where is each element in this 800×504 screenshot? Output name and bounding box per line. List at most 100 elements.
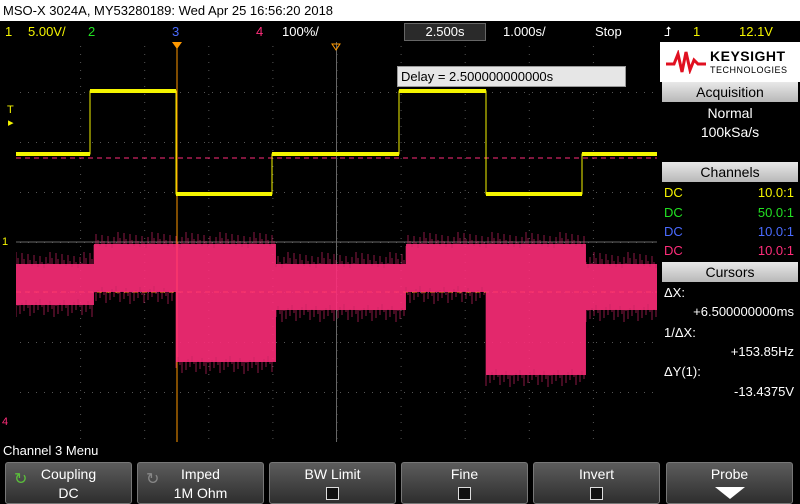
grid-dot — [540, 392, 541, 393]
grid-dot — [76, 192, 77, 193]
grid-dot — [76, 392, 77, 393]
grid-dot — [204, 392, 205, 393]
grid-dot — [400, 46, 402, 47]
grid-dot — [272, 70, 274, 71]
grid-dot — [208, 230, 210, 231]
grid-dot — [400, 110, 402, 111]
fine-checkbox[interactable] — [458, 487, 471, 500]
grid-dot — [348, 392, 349, 393]
ch1-scale[interactable]: 5.00V/ — [28, 21, 66, 42]
trigger-level-marker[interactable]: T — [7, 104, 14, 116]
time-scale[interactable]: 1.000s/ — [503, 21, 546, 42]
grid-dot — [68, 92, 69, 93]
ch1-ground-marker[interactable]: 1 — [2, 236, 8, 248]
ch4-number[interactable]: 4 — [256, 21, 263, 42]
grid-dot — [364, 192, 365, 193]
channel-row-2[interactable]: DC 50.0:1 — [664, 203, 794, 223]
grid-dot — [80, 62, 82, 63]
grid-dot — [84, 92, 85, 93]
grid-dot — [444, 142, 445, 143]
trigger-source[interactable]: 1 — [693, 21, 700, 42]
run-state[interactable]: Stop — [595, 21, 622, 42]
grid-dot — [236, 92, 237, 93]
grid-dot — [292, 342, 293, 343]
acquisition-header[interactable]: Acquisition — [662, 82, 798, 102]
grid-dot — [316, 342, 317, 343]
ch4-ground-marker[interactable]: 4 — [2, 416, 8, 428]
bw-limit-softkey[interactable]: BW Limit — [269, 462, 396, 504]
grid-dot — [208, 390, 210, 391]
grid-dot — [208, 430, 210, 431]
grid-dot — [144, 94, 146, 95]
invert-softkey[interactable]: Invert — [533, 462, 660, 504]
grid-dot — [528, 214, 530, 215]
grid-dot — [276, 142, 277, 143]
grid-dot — [308, 342, 309, 343]
grid-dot — [400, 198, 402, 199]
grid-dot — [60, 342, 61, 343]
trigger-arrow-icon: ▸ — [8, 117, 14, 129]
grid-dot — [76, 342, 77, 343]
invert-checkbox[interactable] — [590, 487, 603, 500]
ch1-number[interactable]: 1 — [5, 21, 12, 42]
grid-dot — [464, 190, 466, 191]
grid-dot — [300, 392, 301, 393]
grid-dot — [80, 118, 82, 119]
time-delay[interactable]: 2.500s — [404, 23, 486, 41]
probe-softkey[interactable]: Probe — [666, 462, 793, 504]
grid-dot — [108, 342, 109, 343]
grid-dot — [36, 92, 37, 93]
trigger-level[interactable]: 12.1V — [739, 21, 773, 42]
grid-dot — [400, 238, 402, 239]
grid-dot — [156, 142, 157, 143]
grid-dot — [464, 326, 466, 327]
coupling-softkey[interactable]: ↻ Coupling DC — [5, 462, 132, 504]
grid-dot — [524, 92, 525, 93]
cursor-dy-value: -13.4375V — [734, 384, 794, 399]
grid-dot — [468, 192, 469, 193]
channel-row-1[interactable]: DC 10.0:1 — [664, 183, 794, 203]
imped-softkey[interactable]: ↻ Imped 1M Ohm — [137, 462, 264, 504]
grid-dot — [592, 190, 594, 191]
grid-dot — [144, 54, 146, 55]
grid-dot — [528, 430, 530, 431]
channels-header[interactable]: Channels — [662, 162, 798, 182]
grid-dot — [592, 206, 594, 207]
grid-dot — [132, 342, 133, 343]
grid-dot — [208, 414, 210, 415]
grid-dot — [372, 392, 373, 393]
bw-limit-checkbox[interactable] — [326, 487, 339, 500]
grid-dot — [464, 374, 466, 375]
grid-dot — [464, 342, 466, 343]
channel-row-4[interactable]: DC 10.0:1 — [664, 241, 794, 261]
grid-dot — [36, 192, 37, 193]
cursors-header[interactable]: Cursors — [662, 262, 798, 282]
ch2-number[interactable]: 2 — [88, 21, 95, 42]
grid-dot — [144, 222, 146, 223]
grid-dot — [348, 192, 349, 193]
channel-row-3[interactable]: DC 10.0:1 — [664, 222, 794, 242]
waveform-display[interactable]: Delay = 2.500000000000s — [16, 42, 657, 442]
grid-dot — [444, 292, 445, 293]
grid-dot — [592, 246, 594, 247]
grid-dot — [144, 86, 146, 87]
ch3-number[interactable]: 3 — [172, 21, 179, 42]
fine-softkey[interactable]: Fine — [401, 462, 528, 504]
grid-dot — [464, 134, 466, 135]
grid-dot — [528, 54, 530, 55]
grid-dot — [612, 192, 613, 193]
grid-dot — [620, 192, 621, 193]
brand-name: KEYSIGHT — [710, 48, 786, 64]
ch4-scale[interactable]: 100%/ — [282, 21, 319, 42]
grid-dot — [400, 414, 402, 415]
grid-dot — [464, 382, 466, 383]
grid-dot — [144, 166, 146, 167]
grid-dot — [144, 350, 146, 351]
grid-dot — [52, 392, 53, 393]
grid-dot — [340, 92, 341, 93]
grid-dot — [208, 206, 210, 207]
grid-dot — [464, 54, 466, 55]
grid-dot — [592, 238, 594, 239]
grid-dot — [80, 238, 82, 239]
brand-sub: TECHNOLOGIES — [710, 65, 788, 75]
